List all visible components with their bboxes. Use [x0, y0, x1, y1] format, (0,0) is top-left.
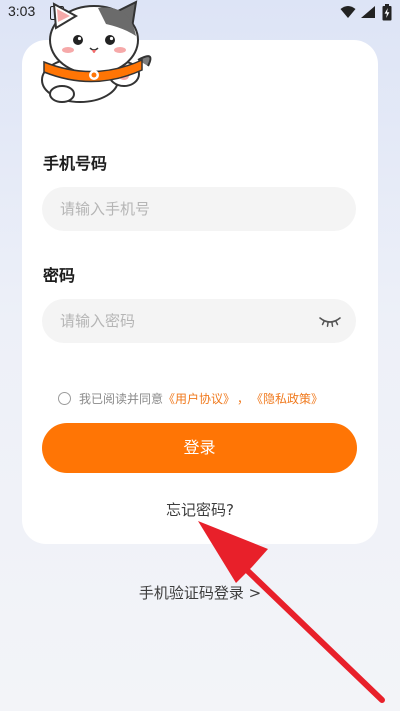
password-input[interactable] — [42, 299, 356, 343]
login-button[interactable]: 登录 — [42, 423, 357, 473]
wifi-icon — [340, 6, 356, 18]
phone-label: 手机号码 — [43, 154, 108, 173]
battery-charging-icon — [382, 4, 392, 21]
agreement-text: 我已阅读并同意 — [79, 391, 164, 406]
eye-closed-icon[interactable] — [318, 313, 342, 329]
agreement-row: 我已阅读并同意 《用户协议》 ， 《隐私政策》 — [58, 389, 323, 407]
agreement-separator: ， — [237, 391, 250, 406]
agreement-checkbox[interactable] — [58, 391, 71, 405]
cat-mascot-image — [41, 0, 152, 103]
forgot-password-link[interactable]: 忘记密码? — [0, 499, 400, 520]
user-agreement-link[interactable]: 《用户协议》 — [163, 390, 235, 407]
password-label: 密码 — [43, 266, 76, 285]
privacy-policy-link[interactable]: 《隐私政策》 — [251, 390, 323, 407]
sms-code-login-link[interactable]: 手机验证码登录 > — [0, 582, 400, 603]
signal-icon — [361, 6, 375, 18]
phone-input[interactable] — [42, 187, 356, 231]
